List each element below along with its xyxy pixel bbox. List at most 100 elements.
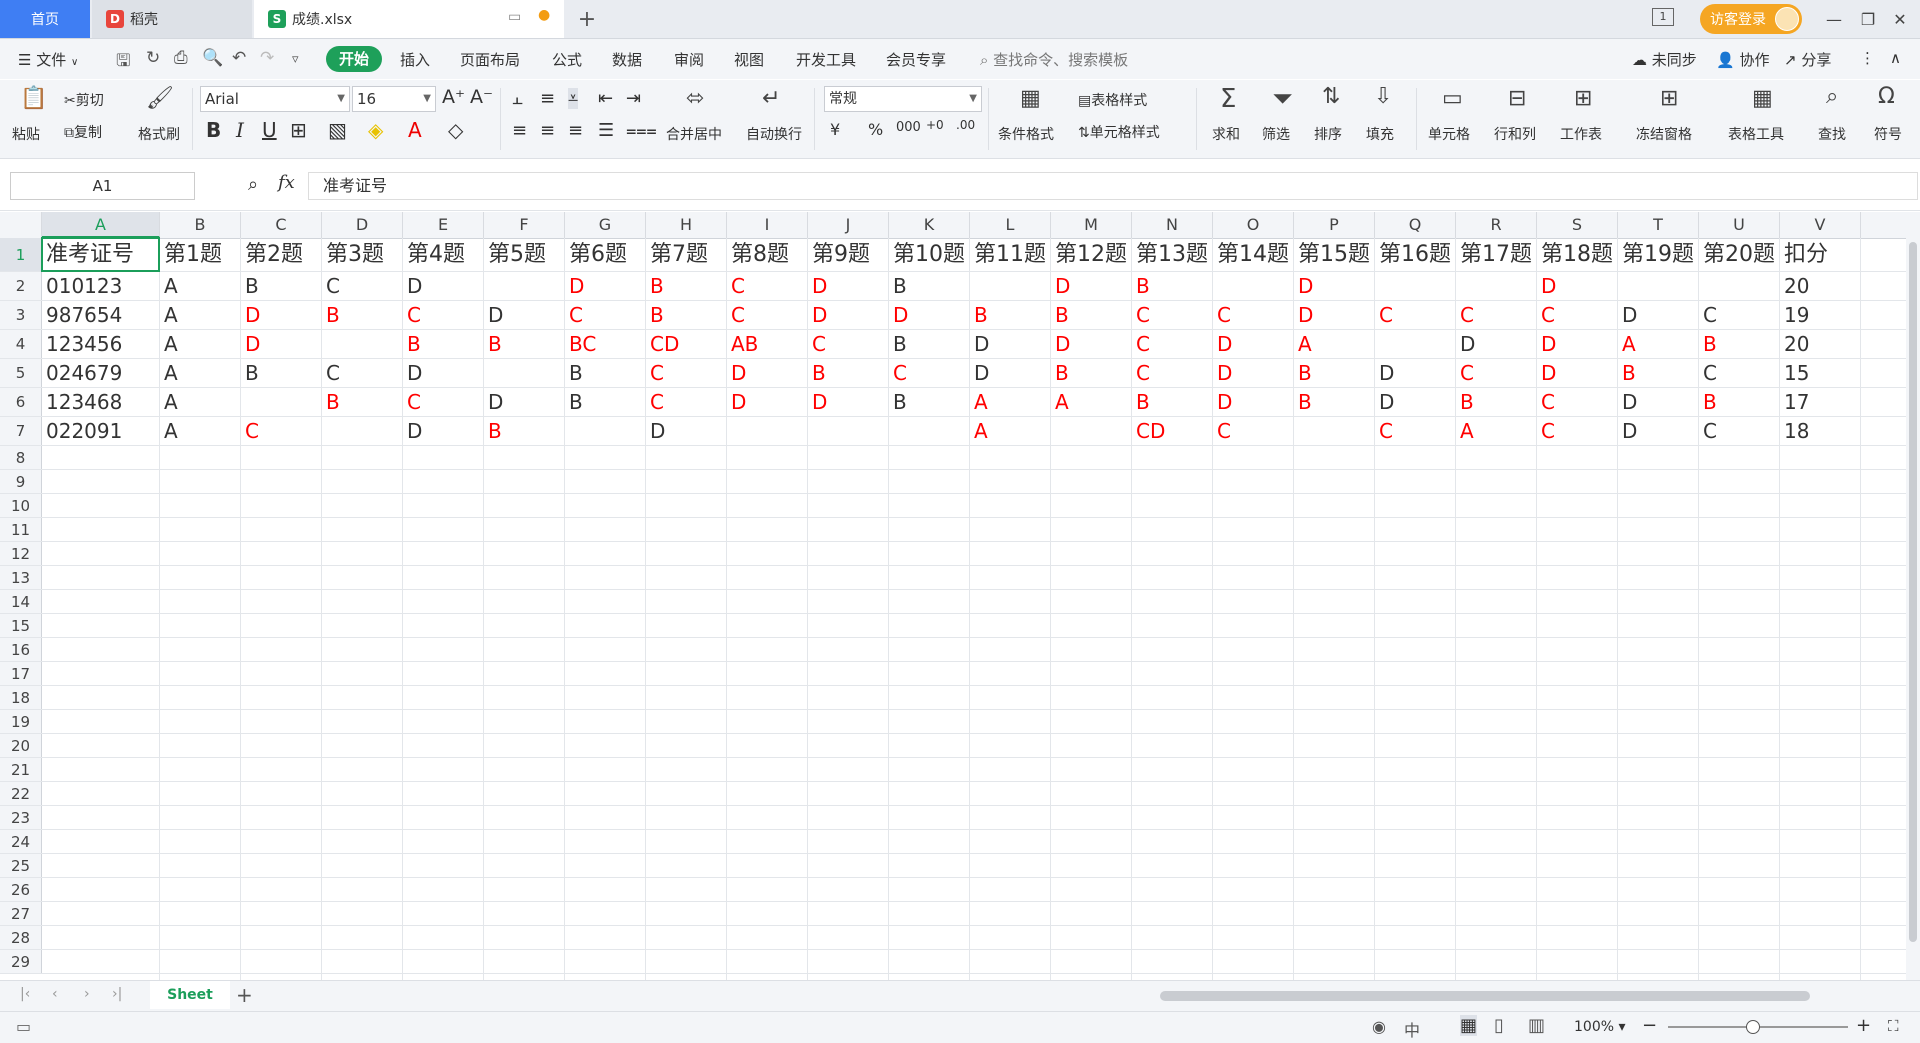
cell-I1[interactable]: 第8题 (731, 238, 806, 272)
format-painter-button[interactable]: 格式刷 (138, 124, 180, 144)
input-method-icon[interactable]: 中 (1404, 1017, 1420, 1041)
cell-N6[interactable]: B (1136, 388, 1211, 417)
paste-button[interactable]: 粘贴 (12, 124, 40, 144)
column-header-J[interactable]: J (808, 212, 889, 238)
cell-T3[interactable]: D (1622, 301, 1697, 330)
cell-J3[interactable]: D (812, 301, 887, 330)
cell-R6[interactable]: B (1460, 388, 1535, 417)
increase-decimal-icon[interactable]: +0 (926, 118, 944, 132)
cell-K4[interactable]: B (893, 330, 968, 359)
cell-J5[interactable]: B (812, 359, 887, 388)
tab-home[interactable]: 首页 (0, 0, 90, 38)
cell-M6[interactable]: A (1055, 388, 1130, 417)
cell-P4[interactable]: A (1298, 330, 1373, 359)
worksheet-icon[interactable]: ⊞ (1574, 86, 1592, 111)
sort-button[interactable]: 排序 (1314, 124, 1342, 144)
cell-H6[interactable]: C (650, 388, 725, 417)
monitor-icon[interactable]: ▭ (508, 9, 521, 25)
cell-F1[interactable]: 第5题 (488, 238, 563, 272)
cell-C4[interactable]: D (245, 330, 320, 359)
sync-status[interactable]: ☁ 未同步 (1632, 49, 1697, 70)
cell-H2[interactable]: B (650, 272, 725, 301)
row-header-6[interactable]: 6 (0, 388, 42, 417)
row-header-14[interactable]: 14 (0, 590, 42, 614)
cell-D3[interactable]: B (326, 301, 401, 330)
rowcol-icon[interactable]: ⊟ (1508, 86, 1526, 111)
menu-insert[interactable]: 插入 (400, 49, 430, 70)
cell-I6[interactable]: D (731, 388, 806, 417)
row-header-26[interactable]: 26 (0, 878, 42, 902)
row-header-8[interactable]: 8 (0, 446, 42, 470)
cell-R1[interactable]: 第17题 (1460, 238, 1535, 272)
cell-U3[interactable]: C (1703, 301, 1778, 330)
cell-R7[interactable]: A (1460, 417, 1535, 446)
cell-E1[interactable]: 第4题 (407, 238, 482, 272)
zoom-out-icon[interactable]: − (1642, 1015, 1657, 1036)
column-header-P[interactable]: P (1294, 212, 1375, 238)
close-button[interactable]: ✕ (1880, 0, 1920, 38)
row-header-22[interactable]: 22 (0, 782, 42, 806)
cell-D5[interactable]: C (326, 359, 401, 388)
cell-D1[interactable]: 第3题 (326, 238, 401, 272)
fill-down-icon[interactable]: ⇩ (1374, 84, 1392, 109)
zoom-level[interactable]: 100% ▾ (1574, 1019, 1626, 1035)
align-right-icon[interactable]: ≡ (568, 120, 583, 141)
next-sheet-icon[interactable]: › (84, 986, 90, 1002)
worksheet-button[interactable]: 工作表 (1560, 124, 1602, 144)
sum-icon[interactable]: Σ (1220, 84, 1236, 114)
cell-L6[interactable]: A (974, 388, 1049, 417)
cell-P5[interactable]: B (1298, 359, 1373, 388)
align-left-icon[interactable]: ≡ (512, 120, 527, 141)
row-header-4[interactable]: 4 (0, 330, 42, 359)
print-icon[interactable]: ⎙ (174, 48, 188, 68)
italic-icon[interactable]: I (236, 118, 244, 142)
menu-review[interactable]: 审阅 (674, 49, 704, 70)
cell-O3[interactable]: C (1217, 301, 1292, 330)
conditional-format-icon[interactable]: ▦ (1020, 86, 1041, 111)
cell-R3[interactable]: C (1460, 301, 1535, 330)
cell-U5[interactable]: C (1703, 359, 1778, 388)
table-tools-icon[interactable]: ▦ (1752, 86, 1773, 111)
find-button[interactable]: 查找 (1818, 124, 1846, 144)
cell-E3[interactable]: C (407, 301, 482, 330)
zoom-slider-handle[interactable] (1746, 1020, 1760, 1034)
wrap-text-button[interactable]: 自动换行 (746, 124, 802, 144)
cell-G6[interactable]: B (569, 388, 644, 417)
cell-Q6[interactable]: D (1379, 388, 1454, 417)
column-header-K[interactable]: K (889, 212, 970, 238)
menu-member[interactable]: 会员专享 (886, 49, 946, 70)
column-header-G[interactable]: G (565, 212, 646, 238)
cell-K3[interactable]: D (893, 301, 968, 330)
column-header-R[interactable]: R (1456, 212, 1537, 238)
column-header-C[interactable]: C (241, 212, 322, 238)
row-header-2[interactable]: 2 (0, 272, 42, 301)
redo-icon[interactable]: ↷ (260, 48, 274, 68)
copy-button[interactable]: ⧉复制 (64, 122, 102, 142)
cell-G4[interactable]: BC (569, 330, 644, 359)
fullscreen-icon[interactable]: ⛶ (1888, 1017, 1899, 1035)
cell-O1[interactable]: 第14题 (1217, 238, 1292, 272)
cell-B7[interactable]: A (164, 417, 239, 446)
cell-C2[interactable]: B (245, 272, 320, 301)
cell-K1[interactable]: 第10题 (893, 238, 968, 272)
zoom-in-icon[interactable]: + (1856, 1015, 1871, 1036)
cell-N3[interactable]: C (1136, 301, 1211, 330)
cell-F3[interactable]: D (488, 301, 563, 330)
column-header-L[interactable]: L (970, 212, 1051, 238)
cell-D2[interactable]: C (326, 272, 401, 301)
merge-center-button[interactable]: 合并居中 (666, 124, 722, 144)
cell-S6[interactable]: C (1541, 388, 1616, 417)
cell-H4[interactable]: CD (650, 330, 725, 359)
cell-P3[interactable]: D (1298, 301, 1373, 330)
cell-E5[interactable]: D (407, 359, 482, 388)
cell-A5[interactable]: 024679 (46, 359, 158, 388)
cell-E4[interactable]: B (407, 330, 482, 359)
tab-file[interactable]: S 成绩.xlsx ▭ ● (254, 0, 564, 38)
cell-V5[interactable]: 15 (1784, 359, 1859, 388)
cell-F6[interactable]: D (488, 388, 563, 417)
filter-icon[interactable]: ⏷ (1272, 84, 1293, 115)
cell-K5[interactable]: C (893, 359, 968, 388)
cell-L3[interactable]: B (974, 301, 1049, 330)
row-header-27[interactable]: 27 (0, 902, 42, 926)
cell-S5[interactable]: D (1541, 359, 1616, 388)
